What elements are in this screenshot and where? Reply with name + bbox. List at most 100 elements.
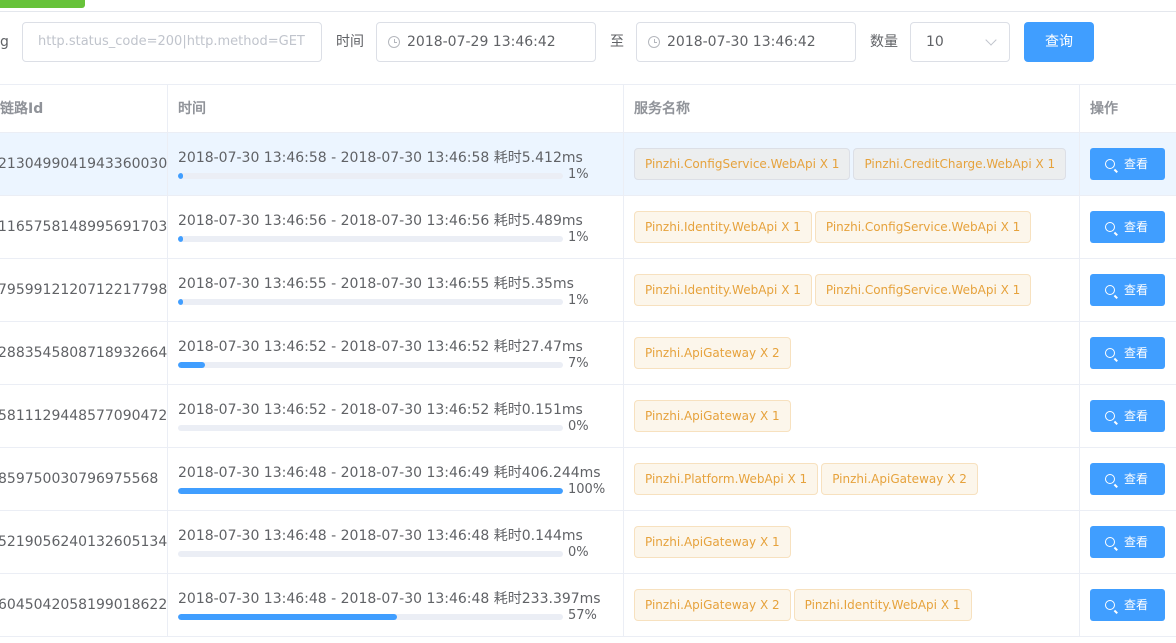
duration-percent: 0% — [568, 545, 589, 560]
services-cell: Pinzhi.ApiGateway X 2 — [624, 322, 1080, 384]
table-row[interactable]: 859750030796975568 2018-07-30 13:46:48 - … — [0, 448, 1176, 511]
service-tag: Pinzhi.ApiGateway X 2 — [634, 337, 791, 369]
duration-progress-fill — [178, 173, 183, 179]
view-trace-button[interactable]: 查看 — [1090, 400, 1165, 432]
view-button-label: 查看 — [1124, 472, 1149, 486]
trace-id-cell: 2883545808718932664 — [0, 322, 168, 384]
duration-percent: 1% — [568, 293, 589, 308]
service-tags: Pinzhi.ApiGateway X 2 Pinzhi.Identity.Web… — [634, 589, 975, 621]
search-icon — [1105, 348, 1115, 358]
search-icon — [1105, 474, 1115, 484]
services-cell: Pinzhi.Platform.WebApi X 1 Pinzhi.ApiGate… — [624, 448, 1080, 510]
time-cell: 2018-07-30 13:46:48 - 2018-07-30 13:46:4… — [168, 574, 624, 636]
actions-cell: 查看 — [1080, 133, 1176, 195]
time-range: 2018-07-30 13:46:56 - 2018-07-30 13:46:5… — [178, 213, 583, 229]
services-cell: Pinzhi.ApiGateway X 1 — [624, 385, 1080, 447]
actions-cell: 查看 — [1080, 448, 1176, 510]
table-row[interactable]: 5811129448577090472 2018-07-30 13:46:52 -… — [0, 385, 1176, 448]
trace-id-cell: 2130499041943360030 — [0, 133, 168, 195]
end-time-value: 2018-07-30 13:46:42 — [667, 34, 816, 50]
duration-progress-bar — [178, 299, 563, 305]
duration-progress-bar — [178, 551, 563, 557]
time-cell: 2018-07-30 13:46:52 - 2018-07-30 13:46:5… — [168, 385, 624, 447]
view-trace-button[interactable]: 查看 — [1090, 337, 1165, 369]
duration-progress-bar — [178, 173, 563, 179]
view-button-label: 查看 — [1124, 598, 1149, 612]
view-trace-button[interactable]: 查看 — [1090, 211, 1165, 243]
view-trace-button[interactable]: 查看 — [1090, 526, 1165, 558]
duration-progress-bar — [178, 614, 563, 620]
view-trace-button[interactable]: 查看 — [1090, 589, 1165, 621]
time-range: 2018-07-30 13:46:55 - 2018-07-30 13:46:5… — [178, 276, 574, 292]
table-header: 链路Id 时间 服务名称 操作 — [0, 84, 1176, 133]
table-row[interactable]: 7959912120712217798 2018-07-30 13:46:55 -… — [0, 259, 1176, 322]
trace-id: 859750030796975568 — [0, 471, 159, 487]
search-filter-bar: g http.status_code=200|http.method=GET 时… — [0, 22, 1176, 62]
time-range: 2018-07-30 13:46:48 - 2018-07-30 13:46:4… — [178, 528, 583, 544]
tab-divider — [0, 11, 1176, 12]
time-cell: 2018-07-30 13:46:52 - 2018-07-30 13:46:5… — [168, 322, 624, 384]
actions-cell: 查看 — [1080, 385, 1176, 447]
end-time-picker[interactable]: 2018-07-30 13:46:42 — [636, 22, 856, 62]
view-trace-button[interactable]: 查看 — [1090, 463, 1165, 495]
tag-filter-input[interactable]: http.status_code=200|http.method=GET — [22, 22, 322, 62]
view-button-label: 查看 — [1124, 220, 1149, 234]
service-tags: Pinzhi.ApiGateway X 2 — [634, 337, 794, 369]
duration-progress-bar — [178, 488, 563, 494]
services-cell: Pinzhi.ApiGateway X 2 Pinzhi.Identity.Web… — [624, 574, 1080, 636]
view-trace-button[interactable]: 查看 — [1090, 274, 1165, 306]
time-range: 2018-07-30 13:46:52 - 2018-07-30 13:46:5… — [178, 339, 583, 355]
header-services: 服务名称 — [624, 85, 1080, 133]
service-tag: Pinzhi.Identity.WebApi X 1 — [634, 211, 812, 243]
search-icon — [1105, 222, 1115, 232]
trace-id-cell: 859750030796975568 — [0, 448, 168, 510]
time-label: 时间 — [336, 34, 364, 50]
search-icon — [1105, 537, 1115, 547]
service-tags: Pinzhi.Identity.WebApi X 1 Pinzhi.ConfigS… — [634, 211, 1034, 243]
count-label: 数量 — [870, 34, 898, 50]
header-actions: 操作 — [1090, 101, 1118, 117]
query-button[interactable]: 查询 — [1024, 22, 1094, 62]
time-cell: 2018-07-30 13:46:48 - 2018-07-30 13:46:4… — [168, 511, 624, 573]
count-select[interactable]: 10 — [910, 22, 1010, 62]
view-trace-button[interactable]: 查看 — [1090, 148, 1165, 180]
actions-cell: 查看 — [1080, 511, 1176, 573]
trace-id: 5219056240132605134 — [0, 534, 168, 550]
active-tab-indicator[interactable] — [0, 0, 85, 8]
service-tag: Pinzhi.Identity.WebApi X 1 — [634, 274, 812, 306]
duration-progress-fill — [178, 488, 563, 494]
services-cell: Pinzhi.Identity.WebApi X 1 Pinzhi.ConfigS… — [624, 259, 1080, 321]
service-tag: Pinzhi.ApiGateway X 2 — [634, 589, 791, 621]
duration-progress-fill — [178, 236, 183, 242]
clock-icon — [648, 36, 660, 48]
trace-id-cell: 7959912120712217798 — [0, 259, 168, 321]
search-icon — [1105, 411, 1115, 421]
table-row[interactable]: 6045042058199018622 2018-07-30 13:46:48 -… — [0, 574, 1176, 637]
table-row[interactable]: 2883545808718932664 2018-07-30 13:46:52 -… — [0, 322, 1176, 385]
service-tag: Pinzhi.ConfigService.WebApi X 1 — [634, 148, 851, 180]
time-range: 2018-07-30 13:46:52 - 2018-07-30 13:46:5… — [178, 402, 583, 418]
table-row[interactable]: 2130499041943360030 2018-07-30 13:46:58 -… — [0, 133, 1176, 196]
time-cell: 2018-07-30 13:46:58 - 2018-07-30 13:46:5… — [168, 133, 624, 195]
actions-cell: 查看 — [1080, 322, 1176, 384]
table-body: 2130499041943360030 2018-07-30 13:46:58 -… — [0, 133, 1176, 637]
time-range: 2018-07-30 13:46:48 - 2018-07-30 13:46:4… — [178, 465, 601, 481]
service-tags: Pinzhi.Identity.WebApi X 1 Pinzhi.ConfigS… — [634, 274, 1034, 306]
header-trace-id: 链路Id — [0, 85, 168, 133]
trace-table: 链路Id 时间 服务名称 操作 2130499041943360030 2018-… — [0, 84, 1176, 637]
view-button-label: 查看 — [1124, 283, 1149, 297]
view-button-label: 查看 — [1124, 157, 1149, 171]
duration-progress-bar — [178, 362, 563, 368]
table-row[interactable]: 1165758148995691703 2018-07-30 13:46:56 -… — [0, 196, 1176, 259]
service-tags: Pinzhi.ApiGateway X 1 — [634, 400, 794, 432]
time-range: 2018-07-30 13:46:58 - 2018-07-30 13:46:5… — [178, 150, 583, 166]
duration-progress-fill — [178, 362, 205, 368]
service-tags: Pinzhi.Platform.WebApi X 1 Pinzhi.ApiGate… — [634, 463, 981, 495]
view-button-label: 查看 — [1124, 409, 1149, 423]
time-cell: 2018-07-30 13:46:48 - 2018-07-30 13:46:4… — [168, 448, 624, 510]
actions-cell: 查看 — [1080, 259, 1176, 321]
services-cell: Pinzhi.ConfigService.WebApi X 1 Pinzhi.Cr… — [624, 133, 1080, 195]
table-row[interactable]: 5219056240132605134 2018-07-30 13:46:48 -… — [0, 511, 1176, 574]
actions-cell: 查看 — [1080, 574, 1176, 636]
start-time-picker[interactable]: 2018-07-29 13:46:42 — [376, 22, 596, 62]
